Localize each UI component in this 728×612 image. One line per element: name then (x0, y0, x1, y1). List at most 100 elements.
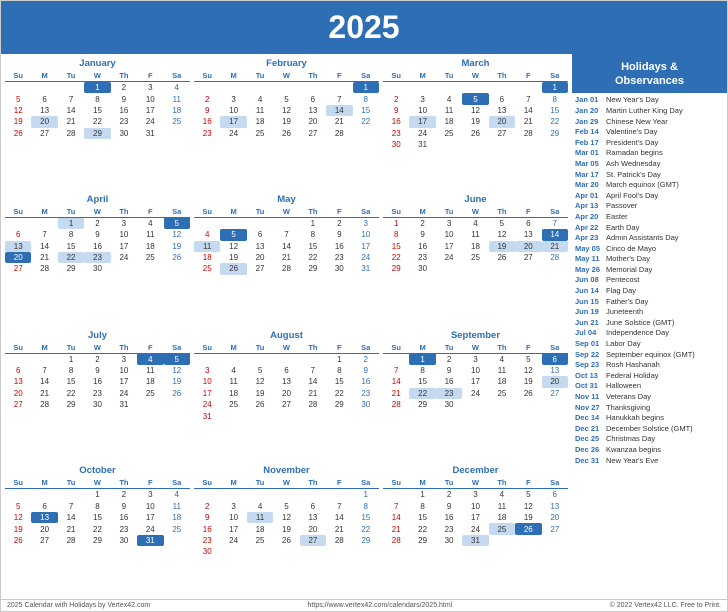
calendar-day: 16 (194, 523, 220, 534)
calendar-day: 22 (353, 523, 379, 534)
calendar-day: 15 (542, 105, 568, 116)
calendar-day: 23 (409, 252, 435, 263)
calendar-day: 17 (220, 116, 246, 127)
calendar-day: 6 (247, 229, 273, 240)
holiday-name: Martin Luther King Day (606, 106, 683, 115)
calendar-day: 7 (31, 229, 57, 240)
calendars-section: JanuarySuMTuWThFSa1234567891011121314151… (1, 54, 572, 599)
calendar-day: 24 (111, 388, 137, 399)
calendar-day: 19 (515, 512, 541, 523)
calendar-day: 22 (383, 252, 409, 263)
calendar-day: 18 (489, 512, 515, 523)
calendar-day: 15 (353, 105, 379, 116)
calendar-day: 18 (220, 388, 246, 399)
holiday-item: May 26Memorial Day (575, 264, 724, 275)
holiday-item: Feb 17President's Day (575, 137, 724, 148)
calendar-day (489, 535, 515, 546)
calendar-day: 7 (300, 365, 326, 376)
calendar-day: 2 (409, 217, 435, 229)
calendar-day: 18 (462, 241, 488, 252)
calendar-day: 5 (164, 217, 190, 229)
calendar-day: 27 (5, 399, 31, 410)
calendar-day: 11 (489, 365, 515, 376)
holiday-name: December Solstice (GMT) (606, 424, 693, 433)
calendar-day: 7 (58, 501, 84, 512)
calendar-day: 23 (436, 388, 462, 399)
calendar-day: 19 (273, 116, 299, 127)
calendar-day: 3 (462, 489, 488, 501)
calendar-row: JulySuMTuWThFSa1234567891011121314151617… (5, 330, 568, 462)
calendar-day: 5 (5, 93, 31, 104)
calendar-day: 25 (194, 263, 220, 274)
calendar-day: 18 (489, 376, 515, 387)
calendar-day: 2 (353, 353, 379, 365)
day-header: Tu (58, 70, 84, 82)
calendar-day (164, 263, 190, 274)
calendar-day: 10 (111, 229, 137, 240)
calendar-day: 15 (409, 376, 435, 387)
holiday-name: April Fool's Day (606, 191, 658, 200)
calendar-day (436, 263, 462, 274)
calendar-day: 9 (436, 501, 462, 512)
calendar-day (164, 399, 190, 410)
holiday-date: Apr 23 (575, 233, 603, 242)
month-title: December (383, 465, 568, 476)
calendar-day: 30 (326, 263, 352, 274)
calendar-day: 21 (300, 388, 326, 399)
calendar-day: 14 (383, 376, 409, 387)
calendar-day: 25 (137, 252, 163, 263)
holiday-name: Federal Holiday (606, 371, 659, 380)
day-header: M (220, 70, 246, 82)
month-title: November (194, 465, 379, 476)
holiday-item: Jun 08Pentecost (575, 275, 724, 286)
calendar-day (409, 82, 435, 94)
calendar-day: 9 (194, 512, 220, 523)
calendar-day (383, 82, 409, 94)
holiday-date: Oct 31 (575, 381, 603, 390)
calendar-day: 8 (353, 501, 379, 512)
day-header: W (273, 342, 299, 354)
holiday-item: Jan 29Chinese New Year (575, 116, 724, 127)
calendar-day (164, 128, 190, 139)
calendar-day: 24 (111, 252, 137, 263)
calendar-day: 20 (247, 252, 273, 263)
calendar-day (31, 489, 57, 501)
calendar-day: 27 (489, 128, 515, 139)
day-header: W (84, 477, 110, 489)
calendar-day: 21 (31, 252, 57, 263)
calendar-day: 9 (111, 501, 137, 512)
calendar-day: 15 (84, 105, 110, 116)
calendar-day: 21 (326, 116, 352, 127)
calendar-day: 18 (164, 105, 190, 116)
calendar-day (515, 399, 541, 410)
holiday-name: Veterans Day (606, 392, 651, 401)
calendar-day (164, 535, 190, 546)
calendar-day: 25 (220, 399, 246, 410)
calendar-day: 6 (542, 353, 568, 365)
calendar-day: 22 (353, 116, 379, 127)
calendar-day: 26 (462, 128, 488, 139)
calendar-day: 8 (542, 93, 568, 104)
calendar-day: 4 (489, 353, 515, 365)
calendar-day (489, 82, 515, 94)
holiday-name: Mother's Day (606, 254, 650, 263)
holiday-date: Jan 01 (575, 95, 603, 104)
calendar-day (542, 263, 568, 274)
calendar-day: 25 (137, 388, 163, 399)
calendar-day: 20 (5, 388, 31, 399)
calendar-day: 1 (409, 489, 435, 501)
holiday-item: Jun 19Juneteenth (575, 306, 724, 317)
calendar-day: 23 (194, 535, 220, 546)
calendar-day: 2 (111, 82, 137, 94)
calendar-day: 20 (5, 252, 31, 263)
day-header: F (137, 477, 163, 489)
day-header: Th (111, 477, 137, 489)
day-header: Th (111, 342, 137, 354)
calendar-day: 3 (220, 93, 246, 104)
calendar-day: 26 (5, 535, 31, 546)
day-header: F (326, 70, 352, 82)
month-december: DecemberSuMTuWThFSa123456789101112131415… (383, 465, 568, 597)
calendar-day (515, 139, 541, 150)
calendar-day: 9 (353, 365, 379, 376)
calendar-day: 27 (542, 523, 568, 534)
